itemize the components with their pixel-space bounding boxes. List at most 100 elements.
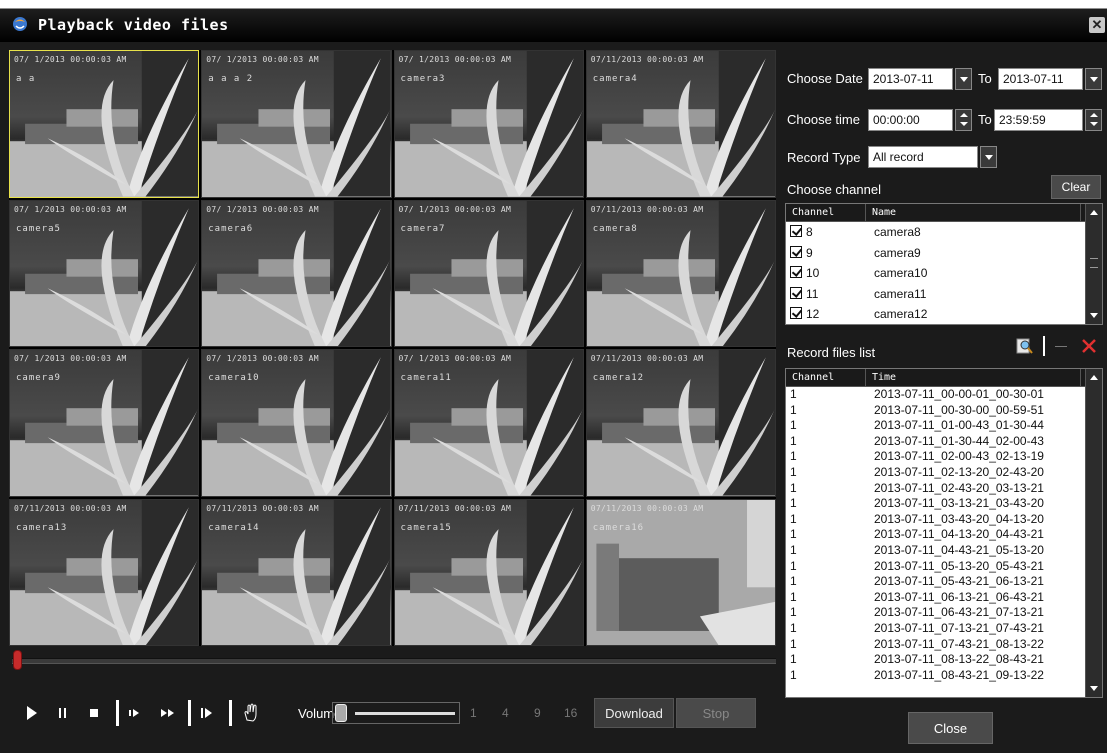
record-row[interactable]: 1 2013-07-11_02-43-20_03-13-21 — [786, 481, 1102, 497]
channel-checkbox[interactable] — [790, 245, 802, 258]
record-channel: 1 — [790, 620, 797, 635]
record-time: 2013-07-11_08-13-22_08-43-21 — [874, 652, 1044, 667]
records-scrollbar[interactable] — [1085, 369, 1102, 697]
channel-number: 11 — [806, 286, 819, 301]
play-icon[interactable] — [26, 702, 38, 724]
record-row[interactable]: 1 2013-07-11_03-43-20_04-13-20 — [786, 512, 1102, 528]
choose-date-label: Choose Date — [787, 71, 863, 86]
scroll-up-icon[interactable] — [1090, 375, 1098, 380]
record-type-select[interactable]: All record — [868, 146, 978, 168]
scroll-down-icon[interactable] — [1090, 686, 1098, 691]
split-4-button[interactable]: 4 — [502, 706, 509, 720]
time-to-field[interactable]: 23:59:59 — [994, 109, 1083, 131]
time-from-spinner[interactable] — [955, 109, 972, 131]
date-from-dropdown[interactable] — [955, 68, 972, 90]
record-channel: 1 — [790, 527, 797, 542]
record-time: 2013-07-11_04-43-21_05-13-20 — [874, 542, 1044, 557]
volume-knob[interactable] — [335, 704, 347, 722]
record-time: 2013-07-11_01-30-44_02-00-43 — [874, 433, 1044, 448]
record-row[interactable]: 1 2013-07-11_05-43-21_06-13-21 — [786, 574, 1102, 590]
channel-scrollbar[interactable] — [1085, 204, 1102, 324]
channel-name: camera11 — [874, 286, 927, 301]
split-16-button[interactable]: 16 — [564, 706, 577, 720]
slow-forward-icon[interactable] — [128, 702, 142, 724]
time-from-field[interactable]: 00:00:00 — [868, 109, 953, 131]
record-row[interactable]: 1 2013-07-11_07-13-21_07-43-21 — [786, 621, 1102, 637]
video-tile[interactable]: 07/11/2013 00:00:03 AM camera4 — [585, 50, 776, 198]
video-tile[interactable]: 07/ 1/2013 00:00:03 AM a a a 2 — [201, 50, 392, 198]
record-row[interactable]: 1 2013-07-11_05-13-20_05-43-21 — [786, 559, 1102, 575]
video-tile[interactable]: 07/ 1/2013 00:00:03 AM camera5 — [9, 199, 200, 347]
record-row[interactable]: 1 2013-07-11_08-13-22_08-43-21 — [786, 652, 1102, 668]
record-row[interactable]: 1 2013-07-11_06-13-21_06-43-21 — [786, 590, 1102, 606]
record-row[interactable]: 1 2013-07-11_00-00-01_00-30-01 — [786, 387, 1102, 403]
record-row[interactable]: 1 2013-07-11_02-13-20_02-43-20 — [786, 465, 1102, 481]
seek-knob[interactable] — [13, 650, 22, 670]
video-tile[interactable]: 07/11/2013 00:00:03 AM camera13 — [9, 498, 200, 646]
record-row[interactable]: 1 2013-07-11_01-30-44_02-00-43 — [786, 434, 1102, 450]
channel-checkbox[interactable] — [790, 225, 802, 237]
record-row[interactable]: 1 2013-07-11_08-43-21_09-13-22 — [786, 668, 1102, 684]
stop-download-button[interactable]: Stop — [676, 698, 756, 728]
record-channel: 1 — [790, 418, 797, 433]
split-1-button[interactable]: 1 — [470, 706, 477, 720]
pause-icon[interactable] — [58, 702, 68, 724]
scroll-down-icon[interactable] — [1090, 313, 1098, 318]
record-row[interactable]: 1 2013-07-11_04-43-21_05-13-20 — [786, 543, 1102, 559]
record-row[interactable]: 1 2013-07-11_01-00-43_01-30-44 — [786, 418, 1102, 434]
download-button[interactable]: Download — [594, 698, 674, 728]
record-row[interactable]: 1 2013-07-11_02-00-43_02-13-19 — [786, 449, 1102, 465]
video-tile[interactable]: 07/11/2013 00:00:03 AM camera15 — [393, 498, 584, 646]
search-files-icon[interactable] — [1015, 336, 1035, 356]
video-tile[interactable]: 07/11/2013 00:00:03 AM camera8 — [585, 199, 776, 347]
date-to-field[interactable]: 2013-07-11 — [998, 68, 1083, 90]
record-row[interactable]: 1 2013-07-11_00-30-00_00-59-51 — [786, 403, 1102, 419]
seek-bar[interactable] — [12, 658, 776, 664]
channel-checkbox[interactable] — [790, 286, 802, 299]
time-to-spinner[interactable] — [1085, 109, 1102, 131]
channel-row[interactable]: 11 camera11 — [786, 284, 1102, 305]
fast-forward-icon[interactable] — [160, 702, 176, 724]
record-type-dropdown[interactable] — [980, 146, 997, 168]
tile-timestamp: 07/11/2013 00:00:03 AM — [590, 354, 704, 363]
channel-checkbox[interactable] — [790, 266, 802, 278]
scroll-up-icon[interactable] — [1090, 210, 1098, 215]
record-row[interactable]: 1 2013-07-11_03-13-21_03-43-20 — [786, 496, 1102, 512]
tile-timestamp: 07/ 1/2013 00:00:03 AM — [206, 55, 319, 64]
record-row[interactable]: 1 2013-07-11_04-13-20_04-43-21 — [786, 527, 1102, 543]
channel-row[interactable]: 9 camera9 — [786, 243, 1102, 264]
stop-icon[interactable] — [89, 702, 99, 724]
minus-icon[interactable] — [1055, 346, 1067, 347]
record-row[interactable]: 1 2013-07-11_07-43-21_08-13-22 — [786, 637, 1102, 653]
video-tile[interactable]: 07/ 1/2013 00:00:03 AM camera11 — [393, 349, 584, 497]
step-frame-icon[interactable] — [200, 702, 214, 724]
video-tile[interactable]: 07/ 1/2013 00:00:03 AM camera9 — [9, 349, 200, 497]
video-tile[interactable]: 07/ 1/2013 00:00:03 AM camera3 — [393, 50, 584, 198]
record-row[interactable]: 1 2013-07-11_06-43-21_07-13-21 — [786, 605, 1102, 621]
split-9-button[interactable]: 9 — [534, 706, 541, 720]
date-from-field[interactable]: 2013-07-11 — [868, 68, 953, 90]
tile-timestamp: 07/11/2013 00:00:03 AM — [398, 503, 512, 513]
video-tile[interactable]: 07/ 1/2013 00:00:03 AM camera7 — [393, 199, 584, 347]
scroll-grip-icon[interactable] — [1090, 258, 1098, 268]
volume-slider[interactable] — [332, 702, 460, 724]
record-channel: 1 — [790, 605, 797, 620]
channel-row[interactable]: 8 camera8 — [786, 222, 1102, 243]
channel-row[interactable]: 12 camera12 — [786, 304, 1102, 324]
date-to-dropdown[interactable] — [1085, 68, 1102, 90]
video-tile[interactable]: 07/ 1/2013 00:00:03 AM a a — [9, 50, 200, 198]
video-tile[interactable]: 07/ 1/2013 00:00:03 AM camera10 — [201, 349, 392, 497]
tile-timestamp: 07/ 1/2013 00:00:03 AM — [398, 354, 512, 363]
window-close-button[interactable]: ✕ — [1089, 17, 1105, 33]
close-button[interactable]: Close — [908, 712, 993, 744]
clear-button[interactable]: Clear — [1051, 175, 1101, 199]
video-tile[interactable]: 07/ 1/2013 00:00:03 AM camera6 — [201, 199, 392, 347]
video-tile[interactable]: 07/11/2013 00:00:03 AM camera14 — [201, 498, 392, 646]
video-tile[interactable]: 07/11/2013 00:00:03 AM camera16 — [585, 498, 776, 646]
channel-row[interactable]: 10 camera10 — [786, 263, 1102, 284]
video-tile[interactable]: 07/11/2013 00:00:03 AM camera12 — [585, 349, 776, 497]
delete-icon[interactable] — [1081, 338, 1097, 354]
channel-checkbox[interactable] — [790, 307, 802, 319]
hand-drag-icon[interactable] — [242, 702, 260, 724]
channel-name: camera8 — [874, 225, 921, 239]
